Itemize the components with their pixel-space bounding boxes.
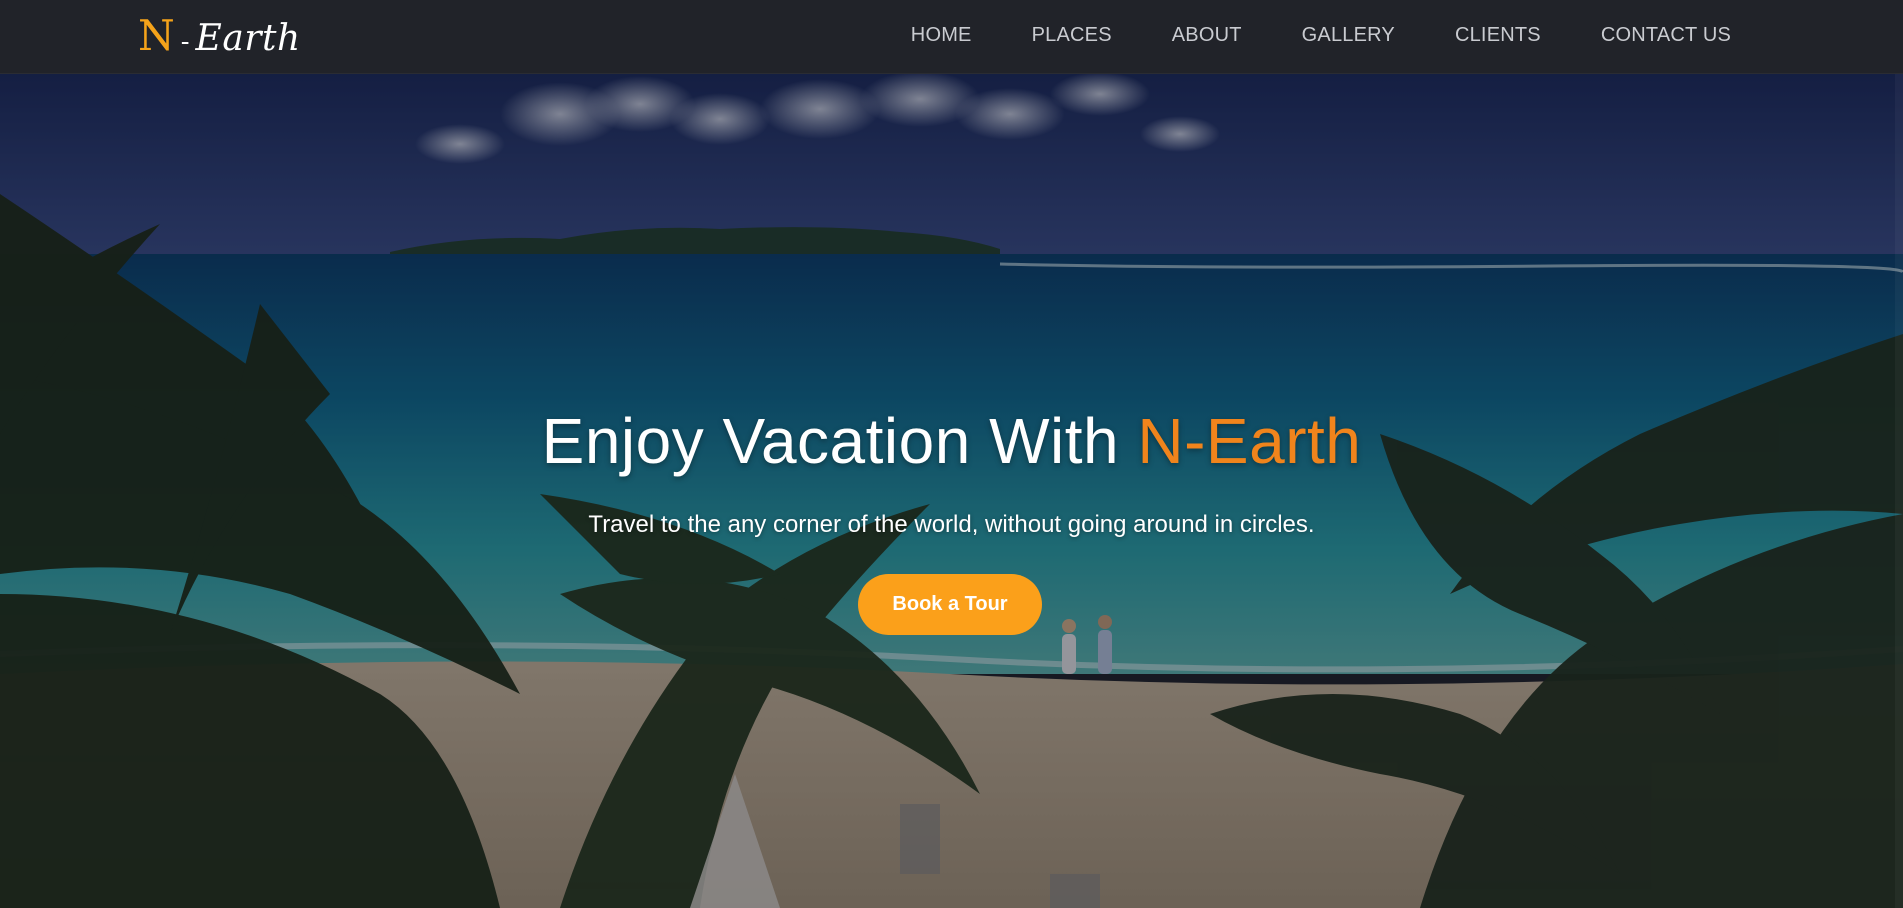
nav-contact-link[interactable]: CONTACT US xyxy=(1601,24,1731,47)
brand-logo[interactable]: N - Earth xyxy=(138,8,301,64)
logo-wordmark: Earth xyxy=(195,18,301,59)
hero-subtitle: Travel to the any corner of the world, w… xyxy=(588,511,1315,538)
logo-mark: N xyxy=(138,11,175,60)
nav-places-link[interactable]: PLACES xyxy=(1032,24,1112,47)
hero-title: Enjoy Vacation With N-Earth xyxy=(0,404,1903,478)
hero-title-prefix: Enjoy Vacation With xyxy=(541,405,1138,477)
logo-separator: - xyxy=(180,27,190,57)
nav-gallery-link[interactable]: GALLERY xyxy=(1302,24,1395,47)
top-navbar: N - Earth HOME PLACES ABOUT GALLERY CLIE… xyxy=(0,0,1903,74)
hero-title-accent: N-Earth xyxy=(1137,405,1362,477)
page: N - Earth HOME PLACES ABOUT GALLERY CLIE… xyxy=(0,0,1903,908)
nav-clients-link[interactable]: CLIENTS xyxy=(1455,24,1541,47)
nav-about-link[interactable]: ABOUT xyxy=(1172,24,1242,47)
main-nav: HOME PLACES ABOUT GALLERY CLIENTS CONTAC… xyxy=(911,0,1731,70)
hero-section: Enjoy Vacation With N-Earth Travel to th… xyxy=(0,74,1903,908)
nav-home-link[interactable]: HOME xyxy=(911,24,972,47)
hero-content: Enjoy Vacation With N-Earth Travel to th… xyxy=(0,74,1903,908)
page-scrollbar[interactable] xyxy=(1895,74,1903,908)
book-tour-button[interactable]: Book a Tour xyxy=(858,574,1042,635)
